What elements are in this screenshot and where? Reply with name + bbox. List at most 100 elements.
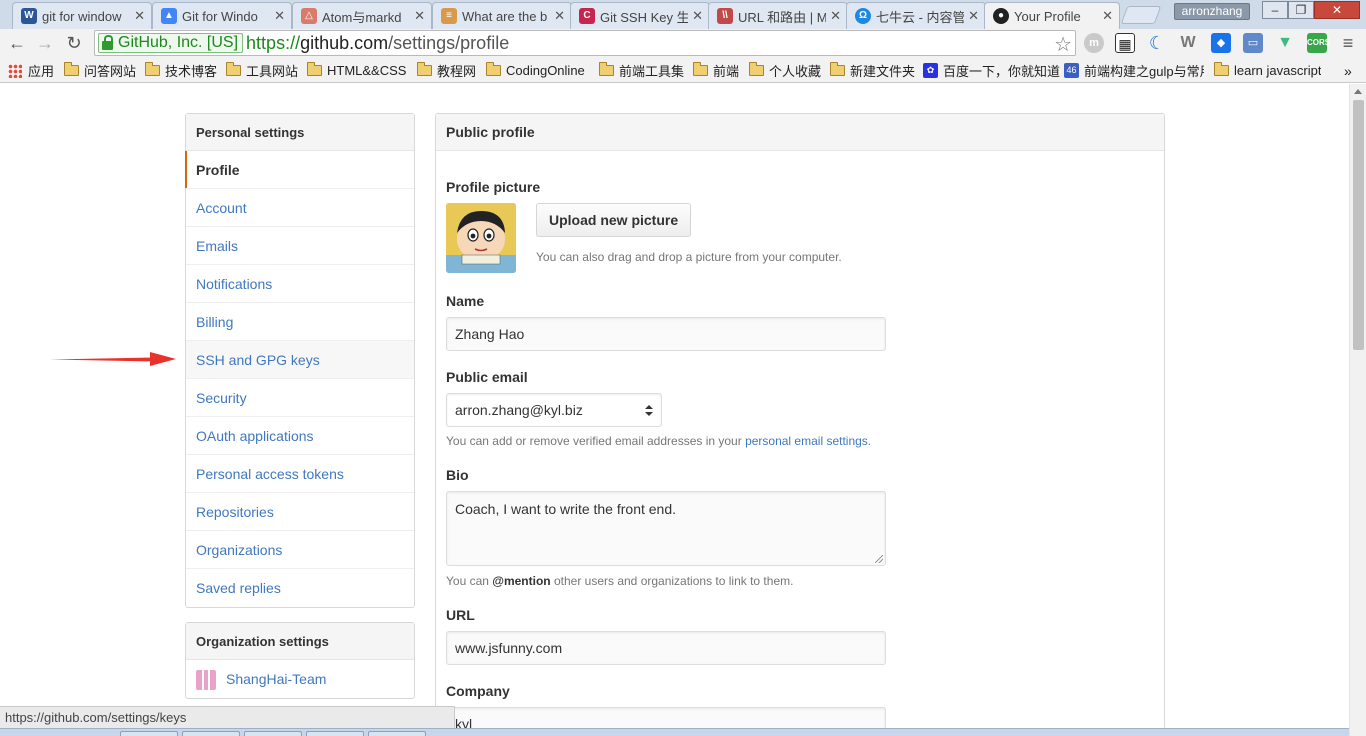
- bookmark-frontend[interactable]: 前端: [693, 62, 739, 79]
- menu-item-security[interactable]: Security: [186, 379, 414, 417]
- menu-item-notifications[interactable]: Notifications: [186, 265, 414, 303]
- name-field[interactable]: Zhang Hao: [446, 317, 886, 351]
- reload-icon[interactable]: ↻: [63, 32, 85, 54]
- folder-icon: [830, 62, 845, 76]
- close-tab-icon[interactable]: ✕: [968, 8, 979, 24]
- lock-icon: [102, 34, 113, 50]
- menu-item-billing[interactable]: Billing: [186, 303, 414, 341]
- bookmark-baidu[interactable]: ✿ 百度一下，你就知道: [923, 62, 1060, 79]
- avatar[interactable]: [446, 203, 516, 273]
- restore-button[interactable]: ❐: [1288, 1, 1314, 19]
- bookmark-gulp[interactable]: 46 前端构建之gulp与常用: [1064, 62, 1204, 79]
- public-email-select[interactable]: arron.zhang@kyl.biz: [446, 393, 662, 427]
- close-window-button[interactable]: ✕: [1314, 1, 1360, 19]
- menu-heading: Organization settings: [186, 623, 414, 660]
- personal-email-settings-link[interactable]: personal email settings: [745, 434, 868, 448]
- forward-arrow-icon[interactable]: →: [34, 32, 56, 54]
- taskbar-item[interactable]: [368, 731, 426, 736]
- bookmark-label: 应用: [28, 64, 55, 79]
- scrollbar-thumb[interactable]: [1353, 100, 1364, 350]
- bookmark-tutorials[interactable]: 教程网: [417, 62, 476, 79]
- menu-item-emails[interactable]: Emails: [186, 227, 414, 265]
- taskbar-item[interactable]: [306, 731, 364, 736]
- bookmark-label: learn javascript: [1234, 63, 1322, 78]
- menu-item-personal-access-tokens[interactable]: Personal access tokens: [186, 455, 414, 493]
- bookmark-html-css[interactable]: HTML&&CSS: [307, 62, 406, 79]
- cast-icon[interactable]: ▭: [1243, 33, 1263, 53]
- bio-label: Bio: [446, 467, 469, 483]
- bookmark-star-icon[interactable]: ☆: [1054, 32, 1072, 57]
- bio-value: Coach, I want to write the front end.: [455, 501, 677, 517]
- url-field[interactable]: www.jsfunny.com: [446, 631, 886, 665]
- bookmark-frontend-tools[interactable]: 前端工具集: [599, 62, 687, 79]
- close-tab-icon[interactable]: ✕: [554, 8, 565, 24]
- folder-icon: [226, 62, 241, 76]
- folder-icon: [417, 62, 432, 76]
- menu-heading: Personal settings: [186, 114, 414, 151]
- bookmark-tech-blogs[interactable]: 技术博客: [145, 62, 217, 79]
- close-tab-icon[interactable]: ✕: [1102, 8, 1113, 24]
- taskbar-item[interactable]: [244, 731, 302, 736]
- tab-what-are-the[interactable]: ≡ What are the b ✕: [432, 2, 572, 29]
- bookmark-codingonline[interactable]: CodingOnline: [486, 62, 585, 79]
- tab-atom-markdown[interactable]: △ Atom与markd ✕: [292, 2, 432, 29]
- tab-git-ssh-key[interactable]: C Git SSH Key 生 ✕: [570, 2, 710, 29]
- more-bookmarks-chevron-icon[interactable]: »: [1344, 62, 1352, 79]
- moon-icon[interactable]: ☾: [1147, 33, 1167, 53]
- profile-user-badge[interactable]: arronzhang: [1174, 3, 1250, 20]
- bookmark-favorites[interactable]: 个人收藏: [749, 62, 821, 79]
- menu-item-shanghai-team[interactable]: ShangHai-Team: [186, 660, 414, 698]
- m-icon[interactable]: m: [1084, 33, 1104, 53]
- close-tab-icon[interactable]: ✕: [692, 8, 703, 24]
- menu-item-organizations[interactable]: Organizations: [186, 531, 414, 569]
- address-bar[interactable]: GitHub, Inc. [US] https://github.com/set…: [94, 30, 1076, 56]
- bookmark-label: 工具网站: [246, 64, 299, 79]
- public-email-value: arron.zhang@kyl.biz: [455, 402, 583, 418]
- menu-item-oauth-applications[interactable]: OAuth applications: [186, 417, 414, 455]
- dropbox-icon[interactable]: ◆: [1211, 33, 1231, 53]
- ev-certificate-badge[interactable]: GitHub, Inc. [US]: [98, 33, 244, 53]
- organization-settings-menu: Organization settings ShangHai-Team: [185, 622, 415, 699]
- bio-textarea[interactable]: Coach, I want to write the front end.: [446, 491, 886, 566]
- close-tab-icon[interactable]: ✕: [134, 8, 145, 24]
- menu-item-profile[interactable]: Profile: [185, 151, 414, 189]
- tab-git-for-windows[interactable]: W git for window ✕: [12, 2, 152, 29]
- menu-item-repositories[interactable]: Repositories: [186, 493, 414, 531]
- tab-title: What are the b: [462, 8, 548, 24]
- tab-your-profile[interactable]: ● Your Profile ✕: [984, 2, 1120, 29]
- upload-new-picture-button[interactable]: Upload new picture: [536, 203, 692, 237]
- bookmark-apps[interactable]: 应用: [8, 62, 54, 79]
- close-tab-icon[interactable]: ✕: [414, 8, 425, 24]
- folder-icon: [1214, 62, 1229, 76]
- vue-icon[interactable]: ▼: [1275, 33, 1295, 53]
- tab-qiniu[interactable]: Ω 七牛云 - 内容管 ✕: [846, 2, 986, 29]
- back-arrow-icon[interactable]: ←: [6, 32, 28, 54]
- page-scrollbar[interactable]: [1349, 84, 1366, 736]
- bookmark-learn-javascript[interactable]: learn javascript: [1214, 62, 1321, 79]
- scroll-up-arrow-icon[interactable]: [1354, 89, 1362, 94]
- bookmark-new-folder[interactable]: 新建文件夹: [830, 62, 915, 79]
- close-tab-icon[interactable]: ✕: [274, 8, 285, 24]
- menu-icon[interactable]: ≡: [1338, 33, 1358, 53]
- cors-icon[interactable]: CORS: [1307, 33, 1330, 53]
- menu-item-ssh-gpg-keys[interactable]: SSH and GPG keys: [186, 341, 414, 379]
- bio-note: You can @mention other users and organiz…: [446, 574, 793, 588]
- bookmark-qa-sites[interactable]: 问答网站: [64, 62, 136, 79]
- tab-git-for-windows-2[interactable]: ▲ Git for Windo ✕: [152, 2, 292, 29]
- resize-handle-icon[interactable]: [875, 555, 883, 563]
- tab-url-routing[interactable]: \\ URL 和路由 | M ✕: [708, 2, 848, 29]
- menu-item-saved-replies[interactable]: Saved replies: [186, 569, 414, 607]
- qr-icon[interactable]: ▦: [1115, 33, 1135, 53]
- close-tab-icon[interactable]: ✕: [830, 8, 841, 24]
- taskbar-item[interactable]: [120, 731, 178, 736]
- bookmark-tool-sites[interactable]: 工具网站: [226, 62, 298, 79]
- url-text[interactable]: https://github.com/settings/profile: [246, 33, 509, 54]
- w-icon[interactable]: W: [1178, 33, 1198, 53]
- minimize-button[interactable]: –: [1262, 1, 1288, 19]
- google-drive-icon: ▲: [161, 8, 177, 24]
- new-tab-button[interactable]: [1120, 6, 1162, 24]
- menu-item-account[interactable]: Account: [186, 189, 414, 227]
- taskbar-item[interactable]: [182, 731, 240, 736]
- folder-icon: [599, 62, 614, 76]
- bookmark-label: 前端工具集: [619, 64, 685, 79]
